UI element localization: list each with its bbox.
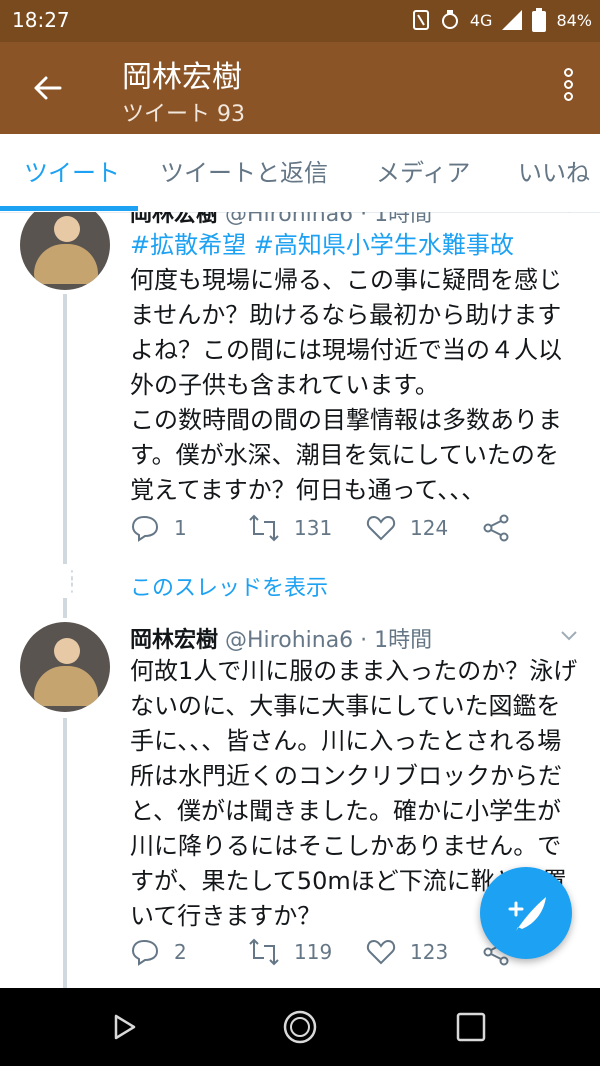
- tweet-header: 岡林宏樹 @Hirohina6 · 1時間: [130, 622, 432, 654]
- status-time: 18:27: [12, 8, 70, 32]
- compose-tweet-button[interactable]: [480, 867, 572, 959]
- share-icon: [483, 514, 509, 542]
- tweet-count: ツイート 93: [122, 102, 245, 127]
- reply-button[interactable]: 1: [130, 514, 187, 542]
- avatar[interactable]: [20, 622, 110, 712]
- active-tab-indicator: [0, 206, 138, 211]
- compose-feather-icon: [508, 897, 546, 931]
- tweet-text: #拡散希望 #高知県小学生水難事故 何度も現場に帰る、この事に疑問を感じませんか…: [130, 228, 580, 508]
- thread-line: [63, 718, 67, 988]
- nav-recents-button[interactable]: [456, 1012, 486, 1042]
- nav-back-button[interactable]: [114, 1014, 136, 1040]
- retweet-count: 119: [294, 940, 333, 964]
- hashtags[interactable]: #拡散希望 #高知県小学生水難事故: [130, 228, 580, 263]
- avatar[interactable]: [20, 212, 110, 290]
- display-name[interactable]: 岡林宏樹: [130, 212, 218, 227]
- nav-home-button[interactable]: [283, 1010, 317, 1044]
- network-label: 4G: [469, 10, 493, 30]
- like-button[interactable]: 123: [366, 938, 448, 966]
- arrow-left-icon: [34, 76, 62, 100]
- status-icons: 4G 84%: [412, 8, 592, 32]
- thread-line: [63, 294, 67, 564]
- dot-icon: [563, 80, 573, 89]
- handle-time: @Hirohina6 · 1時間: [225, 212, 433, 227]
- battery-icon: [532, 8, 547, 32]
- dot-icon: [563, 92, 573, 101]
- chevron-down-icon[interactable]: [560, 630, 578, 642]
- thread-line: [63, 598, 67, 618]
- like-count: 124: [410, 516, 449, 540]
- tab-likes[interactable]: いいね: [518, 134, 590, 212]
- show-thread-link[interactable]: このスレッドを表示: [130, 570, 328, 602]
- retweet-button[interactable]: 119: [248, 938, 332, 966]
- like-count: 123: [410, 940, 449, 964]
- battery-percent: 84%: [556, 10, 592, 30]
- tab-tweets[interactable]: ツイート: [24, 134, 120, 212]
- chevron-down-icon[interactable]: [560, 212, 578, 214]
- tab-media[interactable]: メディア: [376, 134, 470, 212]
- like-button[interactable]: 124: [366, 514, 448, 542]
- retweet-button[interactable]: 131: [248, 514, 332, 542]
- more-options-button[interactable]: [562, 68, 574, 110]
- tweet-header: 岡林宏樹 @Hirohina6 · 1時間: [130, 212, 432, 228]
- app-bar: 岡林宏樹 ツイート 93: [0, 42, 600, 134]
- thread-dots: ⋮ ⋮: [63, 567, 81, 596]
- share-button[interactable]: [482, 514, 510, 542]
- tab-tweets-and-replies[interactable]: ツイートと返信: [160, 134, 328, 212]
- display-name[interactable]: 岡林宏樹: [130, 628, 218, 653]
- retweet-count: 131: [294, 516, 333, 540]
- retweet-icon: [249, 938, 279, 966]
- tweet-body: 何度も現場に帰る、この事に疑問を感じませんか？助けるなら最初から助けますよね？こ…: [130, 266, 562, 504]
- handle-time: @Hirohina6 · 1時間: [225, 628, 433, 653]
- reply-count: 2: [174, 940, 187, 964]
- profile-tabs: ツイート ツイートと返信 メディア いいね: [0, 134, 600, 213]
- reply-count: 1: [174, 516, 187, 540]
- alarm-icon: [440, 9, 460, 31]
- reply-button[interactable]: 2: [130, 938, 187, 966]
- page-title: 岡林宏樹: [122, 60, 242, 95]
- tweet-actions: 1 131 124: [130, 514, 580, 554]
- system-nav-bar: [0, 988, 600, 1066]
- back-button[interactable]: [26, 66, 70, 110]
- nfc-icon: [412, 9, 430, 31]
- heart-icon: [366, 515, 396, 541]
- heart-icon: [366, 939, 396, 965]
- retweet-icon: [249, 514, 279, 542]
- signal-icon: [502, 10, 523, 30]
- reply-icon: [131, 939, 159, 966]
- reply-icon: [131, 515, 159, 542]
- status-bar: 18:27 4G 84%: [0, 0, 600, 42]
- dot-icon: [563, 68, 573, 77]
